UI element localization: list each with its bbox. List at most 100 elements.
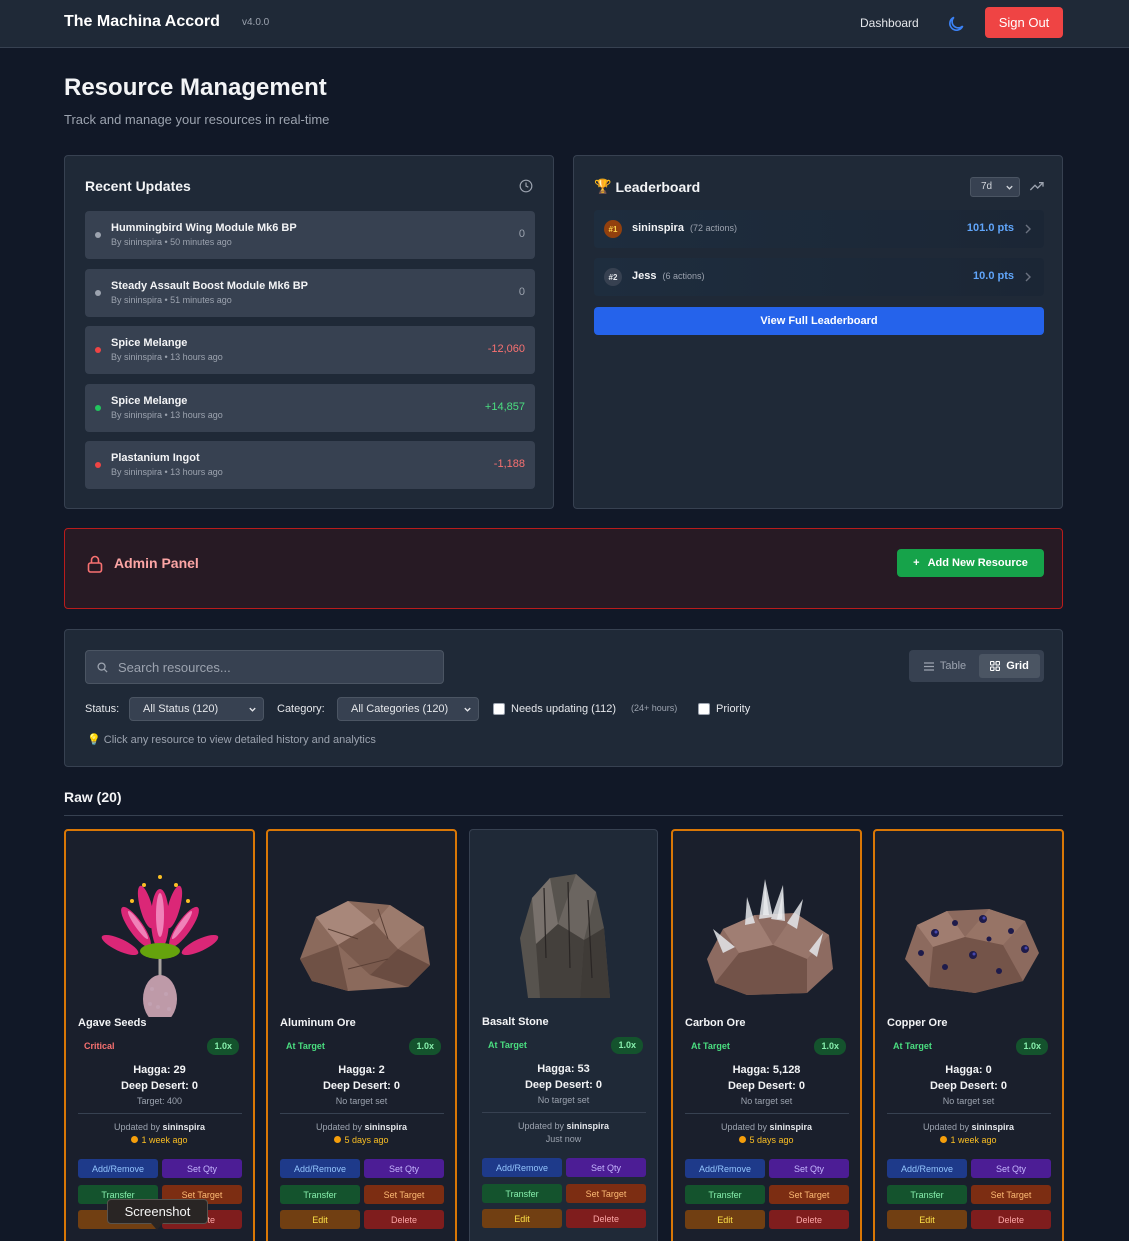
view-full-leaderboard-button[interactable]: View Full Leaderboard bbox=[594, 307, 1044, 335]
recent-update-item[interactable]: Spice Melange By sininspira • 13 hours ag… bbox=[85, 383, 535, 432]
resource-card[interactable]: Carbon Ore At Target 1.0x Hagga: 5,128 Deep … bbox=[671, 829, 862, 1241]
recent-update-value: 0 bbox=[518, 285, 525, 298]
set-qty-button[interactable]: Set Qty bbox=[162, 1159, 242, 1178]
plus-icon: + bbox=[913, 557, 920, 569]
chevron-right-icon bbox=[1025, 224, 1031, 234]
target-text: No target set bbox=[335, 1096, 388, 1106]
delete-button[interactable]: Delete bbox=[364, 1210, 444, 1229]
set-target-button[interactable]: Set Target bbox=[769, 1185, 849, 1204]
add-remove-button[interactable]: Add/Remove bbox=[887, 1159, 967, 1178]
transfer-button[interactable]: Transfer bbox=[280, 1185, 360, 1204]
set-target-button[interactable]: Set Target bbox=[971, 1185, 1051, 1204]
updated-by-user: sininspira bbox=[566, 1121, 610, 1131]
nav-dashboard-link[interactable]: Dashboard bbox=[860, 16, 919, 30]
set-qty-button[interactable]: Set Qty bbox=[566, 1158, 646, 1177]
priority-checkbox[interactable] bbox=[698, 703, 710, 715]
updated-ago-text: 5 days ago bbox=[344, 1135, 389, 1145]
needs-updating-checkbox[interactable] bbox=[493, 703, 505, 715]
edit-button[interactable]: Edit bbox=[685, 1210, 765, 1229]
clock-icon bbox=[334, 1136, 342, 1143]
add-remove-button[interactable]: Add/Remove bbox=[280, 1159, 360, 1178]
recent-update-meta: By sininspira • 13 hours ago bbox=[111, 352, 223, 362]
view-toggle: Table Grid bbox=[909, 650, 1044, 682]
recent-update-item[interactable]: Plastanium Ingot By sininspira • 13 hours… bbox=[85, 441, 535, 489]
updated-ago-text: Just now bbox=[545, 1134, 582, 1144]
chevron-down-icon bbox=[249, 707, 256, 712]
brand-title[interactable]: The Machina Accord bbox=[64, 13, 220, 31]
recent-update-item[interactable]: Spice Melange By sininspira • 13 hours ag… bbox=[85, 326, 535, 374]
recent-update-value: 0 bbox=[518, 228, 525, 240]
updated-ago-text: 5 days ago bbox=[749, 1135, 794, 1145]
updated-by: Updated by sininspira bbox=[470, 1121, 657, 1131]
resource-card[interactable]: Aluminum Ore At Target 1.0x Hagga: 2 Deep De… bbox=[266, 829, 457, 1241]
multiplier-badge: 1.0x bbox=[611, 1037, 643, 1054]
target-text: No target set bbox=[740, 1096, 793, 1106]
set-target-button[interactable]: Set Target bbox=[566, 1184, 646, 1203]
category-filter-select[interactable]: All Categories (120) bbox=[337, 697, 479, 721]
add-remove-button[interactable]: Add/Remove bbox=[482, 1158, 562, 1177]
leaderboard-points: 10.0 pts bbox=[973, 270, 1014, 282]
delete-button[interactable]: Delete bbox=[566, 1209, 646, 1228]
status-filter-select[interactable]: All Status (120) bbox=[129, 697, 264, 721]
grid-icon bbox=[990, 661, 1001, 671]
top-nav: The Machina Accord v4.0.0 Dashboard Sign… bbox=[0, 0, 1129, 48]
updated-by-prefix: Updated by bbox=[517, 1121, 567, 1131]
resource-card[interactable]: Agave Seeds Critical 1.0x Hagga: 29 Deep Des… bbox=[64, 829, 255, 1241]
set-target-button[interactable]: Set Target bbox=[364, 1185, 444, 1204]
view-grid-button[interactable]: Grid bbox=[979, 654, 1040, 678]
view-table-button[interactable]: Table bbox=[913, 654, 977, 678]
updated-by-prefix: Updated by bbox=[315, 1122, 365, 1132]
clock-icon bbox=[940, 1136, 948, 1143]
delete-button[interactable]: Delete bbox=[971, 1210, 1051, 1229]
updated-ago: Just now bbox=[470, 1134, 657, 1144]
deep-desert-quantity: Deep Desert: 0 bbox=[322, 1080, 401, 1092]
recent-updates-panel: Recent Updates Hummingbird Wing Module M… bbox=[64, 155, 554, 509]
transfer-button[interactable]: Transfer bbox=[887, 1185, 967, 1204]
card-divider bbox=[482, 1112, 646, 1113]
leaderboard-row[interactable]: #2 Jess (6 actions) 10.0 pts bbox=[594, 258, 1044, 296]
card-divider bbox=[685, 1113, 849, 1114]
edit-button[interactable]: Edit bbox=[280, 1210, 360, 1229]
section-title: Raw (20) bbox=[64, 789, 122, 805]
updated-by-user: sininspira bbox=[971, 1122, 1015, 1132]
status-dot bbox=[95, 462, 101, 468]
transfer-button[interactable]: Transfer bbox=[685, 1185, 765, 1204]
add-new-resource-button[interactable]: + Add New Resource bbox=[897, 549, 1044, 577]
resource-card[interactable]: Basalt Stone At Target 1.0x Hagga: 53 Deep D… bbox=[469, 829, 658, 1241]
section-divider bbox=[64, 815, 1063, 816]
set-qty-button[interactable]: Set Qty bbox=[769, 1159, 849, 1178]
status-filter-label: Status: bbox=[85, 703, 120, 715]
search-input[interactable]: Search resources... bbox=[85, 650, 444, 684]
moon-icon[interactable] bbox=[946, 14, 966, 34]
target-text: No target set bbox=[537, 1095, 590, 1105]
trending-up-icon[interactable] bbox=[1029, 179, 1045, 193]
transfer-button[interactable]: Transfer bbox=[482, 1184, 562, 1203]
leaderboard-row[interactable]: #1 sininspira (72 actions) 101.0 pts bbox=[594, 210, 1044, 248]
leaderboard-user: Jess (6 actions) bbox=[632, 270, 705, 282]
sign-out-button[interactable]: Sign Out bbox=[985, 7, 1063, 38]
category-filter-value: All Categories (120) bbox=[351, 703, 449, 715]
add-remove-button[interactable]: Add/Remove bbox=[78, 1159, 158, 1178]
deep-desert-quantity: Deep Desert: 0 bbox=[929, 1080, 1008, 1092]
resource-card[interactable]: Copper Ore At Target 1.0x Hagga: 0 Deep Dese… bbox=[873, 829, 1064, 1241]
needs-updating-label: Needs updating (112) bbox=[511, 703, 616, 715]
set-qty-button[interactable]: Set Qty bbox=[971, 1159, 1051, 1178]
recent-update-item[interactable]: Steady Assault Boost Module Mk6 BP By sin… bbox=[85, 268, 535, 317]
recent-update-name: Hummingbird Wing Module Mk6 BP bbox=[111, 222, 297, 234]
updated-ago-text: 1 week ago bbox=[950, 1135, 997, 1145]
edit-button[interactable]: Edit bbox=[482, 1209, 562, 1228]
period-select[interactable]: 7d bbox=[970, 177, 1020, 197]
edit-button[interactable]: Edit bbox=[887, 1210, 967, 1229]
updated-ago: 1 week ago bbox=[875, 1135, 1062, 1145]
multiplier-badge: 1.0x bbox=[409, 1038, 441, 1055]
updated-by-user: sininspira bbox=[769, 1122, 813, 1132]
status-badge: At Target bbox=[893, 1041, 932, 1051]
list-icon bbox=[923, 661, 934, 671]
updated-by: Updated by sininspira bbox=[268, 1122, 455, 1132]
page-title: Resource Management bbox=[64, 74, 327, 101]
status-dot bbox=[95, 404, 101, 411]
delete-button[interactable]: Delete bbox=[769, 1210, 849, 1229]
set-qty-button[interactable]: Set Qty bbox=[364, 1159, 444, 1178]
add-remove-button[interactable]: Add/Remove bbox=[685, 1159, 765, 1178]
recent-update-item[interactable]: Hummingbird Wing Module Mk6 BP By sininsp… bbox=[85, 211, 535, 259]
